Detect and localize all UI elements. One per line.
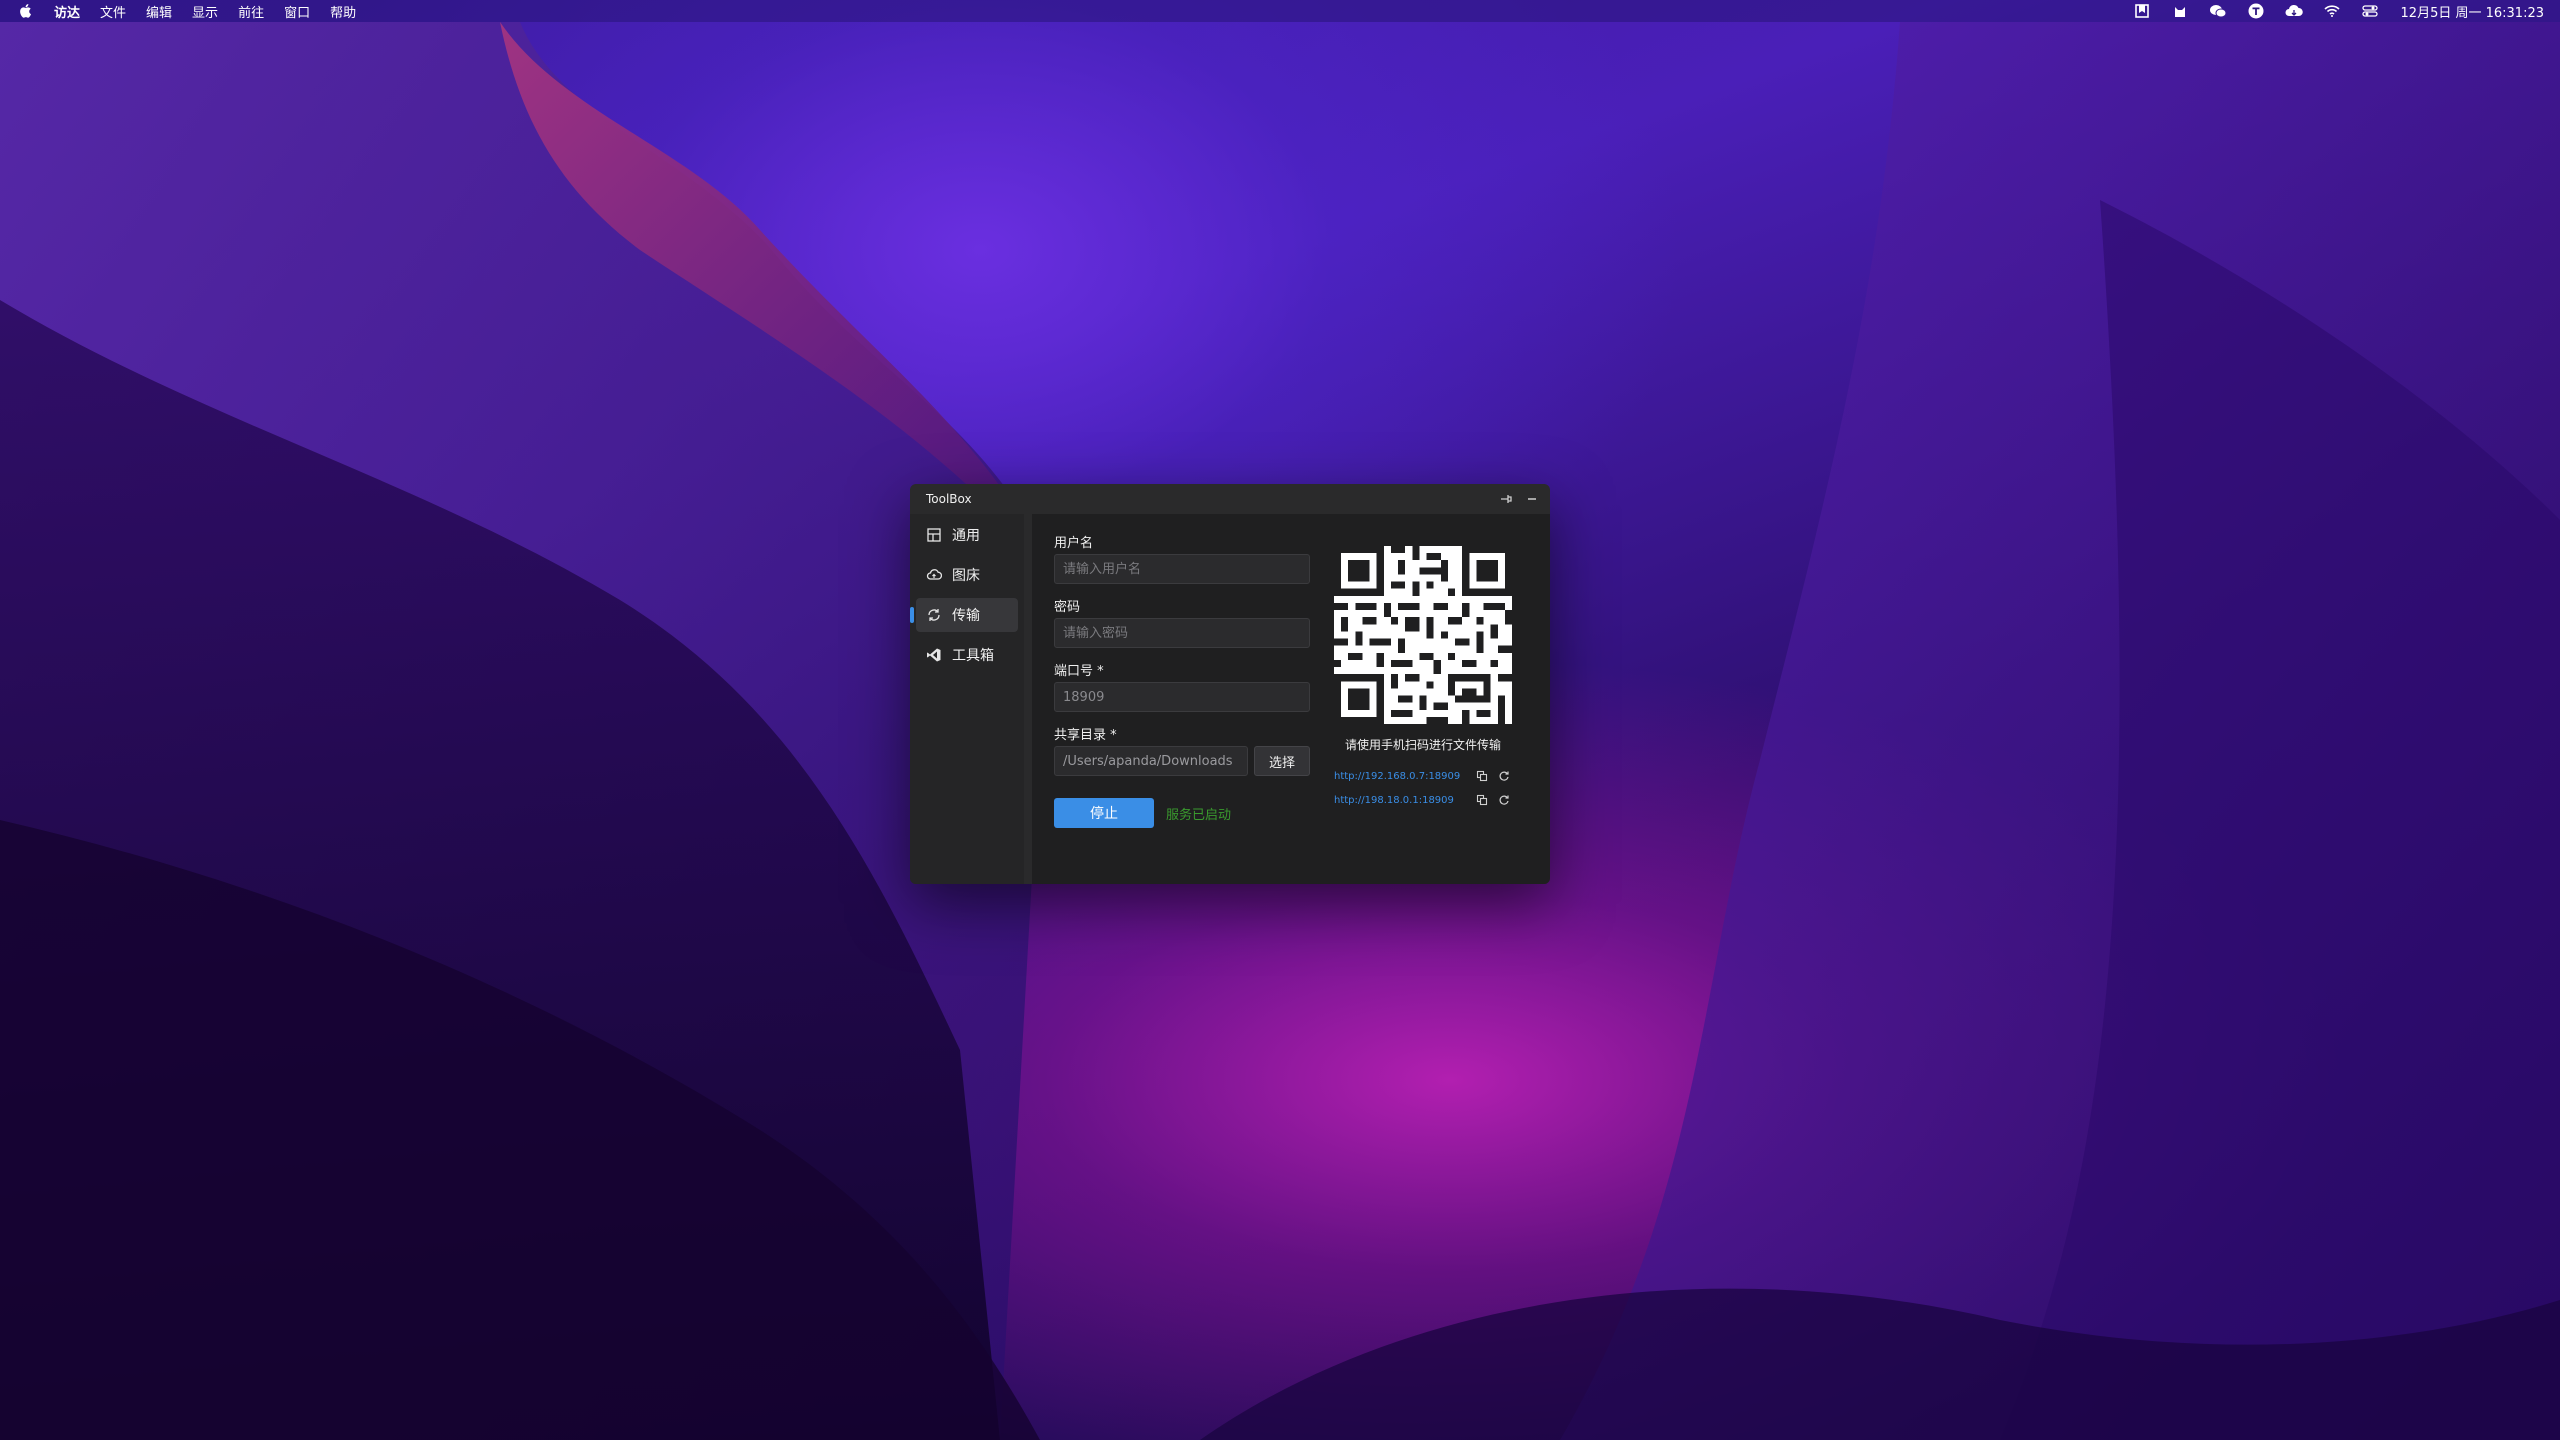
transfer-form: 用户名 密码 端口号 * 共享目录 * 选择 停止 服务已启动	[1054, 534, 1312, 828]
shared-dir-input[interactable]	[1054, 746, 1248, 776]
menu-bar: 访达 文件 编辑 显示 前往 窗口 帮助 12月5日 周一 16:31:23	[0, 0, 2560, 22]
sidebar-item-label: 传输	[952, 608, 980, 624]
window-title: ToolBox	[926, 492, 972, 506]
sidebar-item-label: 通用	[952, 528, 980, 544]
menu-item-help[interactable]: 帮助	[330, 2, 356, 21]
cloud-icon	[926, 567, 942, 583]
transfer-panel: 用户名 密码 端口号 * 共享目录 * 选择 停止 服务已启动	[1032, 514, 1550, 884]
pin-icon[interactable]	[1498, 491, 1514, 507]
apple-icon[interactable]	[18, 3, 32, 19]
refresh-icon[interactable]	[1498, 770, 1510, 782]
password-input[interactable]	[1054, 618, 1310, 648]
cloud-sync-icon[interactable]	[2285, 3, 2303, 19]
menu-item-window[interactable]: 窗口	[284, 2, 310, 21]
qr-panel: 请使用手机扫码进行文件传输 http://192.168.0.7:18909 h…	[1328, 546, 1518, 807]
service-status: 服务已启动	[1166, 807, 1232, 823]
refresh-icon[interactable]	[1498, 794, 1510, 806]
menu-item-file[interactable]: 文件	[100, 2, 126, 21]
window-titlebar[interactable]: ToolBox	[910, 484, 1550, 514]
bookmark-grid-icon[interactable]	[2133, 3, 2151, 19]
menu-item-edit[interactable]: 编辑	[146, 2, 172, 21]
qr-caption: 请使用手机扫码进行文件传输	[1344, 738, 1501, 752]
password-label: 密码	[1054, 600, 1081, 615]
shared-dir-row: 选择	[1054, 746, 1312, 776]
wifi-icon[interactable]	[2323, 3, 2341, 19]
stop-button[interactable]: 停止	[1054, 798, 1154, 828]
wechat-icon[interactable]	[2209, 3, 2227, 19]
username-label: 用户名	[1054, 536, 1094, 551]
menubar-clock[interactable]: 12月5日 周一 16:31:23	[2401, 2, 2544, 21]
minimize-icon[interactable]	[1524, 491, 1540, 507]
url-row: http://192.168.0.7:18909	[1328, 769, 1518, 783]
action-row: 停止 服务已启动	[1054, 798, 1312, 828]
sidebar-item-transfer[interactable]: 传输	[910, 598, 1018, 632]
control-center-icon[interactable]	[2361, 3, 2379, 19]
sidebar-item-label: 图床	[952, 568, 980, 584]
t-icon[interactable]	[2247, 3, 2265, 19]
username-input[interactable]	[1054, 554, 1310, 584]
shared-dir-label: 共享目录 *	[1054, 728, 1117, 743]
vscode-icon	[926, 647, 942, 663]
select-dir-button[interactable]: 选择	[1254, 746, 1310, 776]
url-row: http://198.18.0.1:18909	[1328, 793, 1518, 807]
layout-icon	[926, 527, 942, 543]
url-link[interactable]: http://192.168.0.7:18909	[1334, 771, 1466, 782]
sidebar-item-label: 工具箱	[952, 648, 994, 664]
cat-icon[interactable]	[2171, 3, 2189, 19]
qr-code	[1334, 546, 1512, 724]
sidebar-item-image-host[interactable]: 图床	[916, 558, 1018, 592]
copy-icon[interactable]	[1476, 794, 1488, 806]
sidebar-item-general[interactable]: 通用	[916, 518, 1018, 552]
transfer-icon	[926, 607, 942, 623]
toolbox-window: ToolBox 通用 图床 传输 工具箱 用户名 请输入用户名 密码 端口号 *…	[910, 484, 1550, 884]
menu-item-finder[interactable]: 访达	[54, 2, 80, 21]
menu-item-go[interactable]: 前往	[238, 2, 264, 21]
sidebar-item-toolbox[interactable]: 工具箱	[916, 638, 1018, 672]
copy-icon[interactable]	[1476, 770, 1488, 782]
port-label: 端口号 *	[1054, 664, 1104, 679]
sidebar: 通用 图床 传输 工具箱	[910, 514, 1024, 884]
port-input[interactable]	[1054, 682, 1310, 712]
url-link[interactable]: http://198.18.0.1:18909	[1334, 795, 1466, 806]
menu-item-view[interactable]: 显示	[192, 2, 218, 21]
